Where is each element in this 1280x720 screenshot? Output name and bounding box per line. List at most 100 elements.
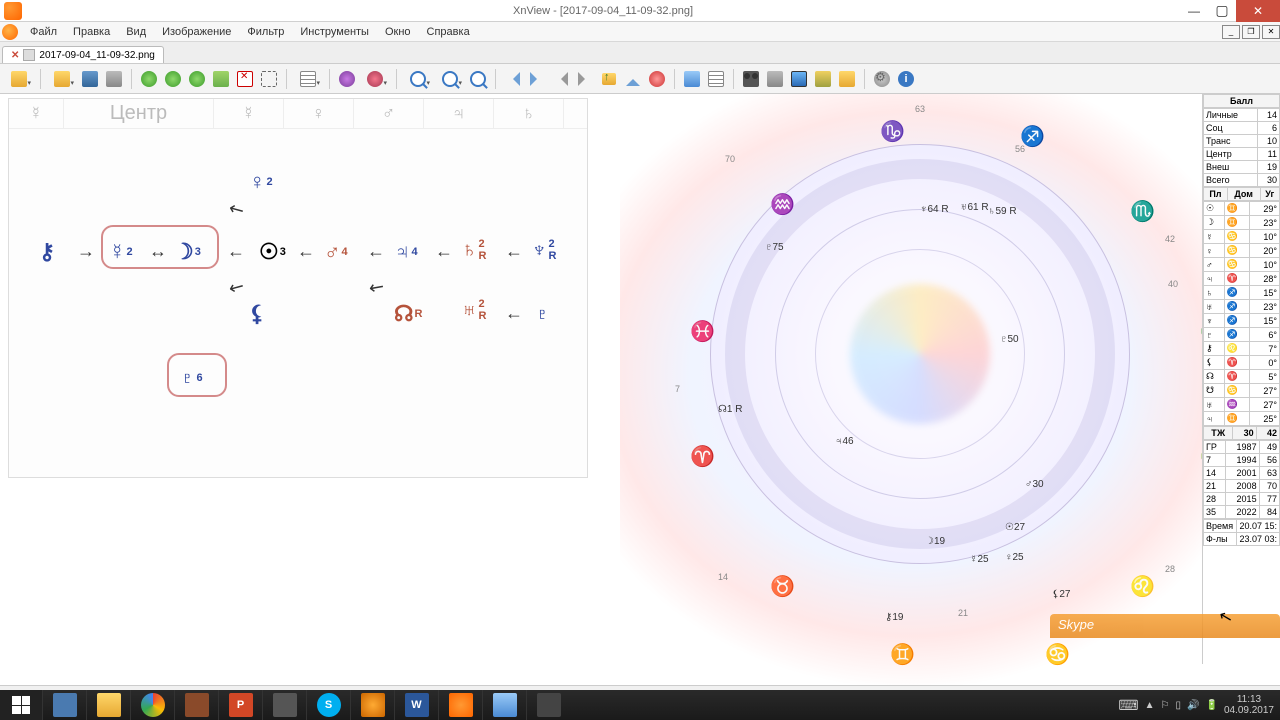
taskbar-word[interactable]: W [394,690,438,720]
taskbar-skype[interactable]: S [306,690,350,720]
last-button[interactable] [574,68,596,90]
system-tray: ⌨ ▲ ⚐ ▯ 🔊 🔋 11:13 04.09.2017 [1118,694,1280,716]
col-jupiter: ♃ [424,99,494,128]
zoom-in-button[interactable] [403,68,433,90]
taskbar-app2[interactable] [262,690,306,720]
close-button[interactable]: ✕ [1236,0,1280,22]
taskbar-xnview[interactable] [438,690,482,720]
select-button[interactable] [258,68,280,90]
years-table: ТЖ3042 [1203,426,1280,440]
menu-filter[interactable]: Фильтр [239,24,292,40]
new-button[interactable] [4,68,34,90]
tray-flag-icon[interactable]: ⚐ [1161,700,1170,711]
arrow-left-icon: ← [227,241,245,262]
node-saturn: ♄2R [461,237,486,263]
taskbar-app4[interactable] [482,690,526,720]
info-panel: Балл Личные14Соц6Транс10Центр11Внеш19Все… [1202,94,1280,664]
window-title: XnView - [2017-09-04_11-09-32.png] [26,5,1180,17]
planet-mark: ⚸27 [1052,589,1070,600]
planet-mark: ♇50 [1000,334,1019,345]
taskbar-app3[interactable] [350,690,394,720]
undo-button[interactable] [138,68,160,90]
print-button[interactable] [103,68,125,90]
skype-notification[interactable]: Skype [1050,614,1280,638]
arrow-left-icon: ← [505,241,523,262]
titlebar: XnView - [2017-09-04_11-09-32.png] — ▢ ✕ [0,0,1280,22]
node-uranus: ♅2R [461,297,486,323]
taskbar-app5[interactable] [526,690,570,720]
minimize-button[interactable]: — [1180,0,1208,22]
fullscreen-button[interactable] [705,68,727,90]
planet-mark: ♇75 [765,242,784,253]
mdi-controls: _ ❐ ✕ [1220,25,1280,39]
zoom-fit-button[interactable] [435,68,465,90]
tray-keyboard-icon[interactable]: ⌨ [1118,697,1138,714]
menu-tools[interactable]: Инструменты [292,24,377,40]
effects-menu[interactable] [360,68,390,90]
arrow-diag-icon: ↖ [364,275,390,299]
print2-button[interactable] [764,68,786,90]
menu-edit[interactable]: Правка [65,24,118,40]
taskbar: P S W ⌨ ▲ ⚐ ▯ 🔊 🔋 11:13 04.09.2017 [0,690,1280,720]
batch-button[interactable] [836,68,858,90]
image-button[interactable] [812,68,834,90]
taskbar-snip[interactable] [42,690,86,720]
next-button[interactable] [526,68,548,90]
arrow-right-icon: → [77,241,95,262]
col-venus: ♀ [284,99,354,128]
zoom-out-button[interactable] [467,68,489,90]
menu-window[interactable]: Окно [377,24,419,40]
natal-chart-wheel: 63 ♑ ♐ ♒ ♏ ♓ ♎ ♈ ♍ ♉ ♌ ♊ ♋ 70 56 42 40 2… [670,104,1170,604]
tray-volume-icon[interactable]: 🔊 [1187,700,1199,711]
menu-view[interactable]: Вид [118,24,154,40]
planet-mark: ☉27 [1005,522,1025,533]
clock[interactable]: 11:13 04.09.2017 [1224,694,1274,716]
tab-file-icon [23,49,35,61]
node-lilith: ⚸ [249,301,265,327]
arrow-both-icon: ↔ [149,241,167,262]
monitor-button[interactable] [788,68,810,90]
tab-active[interactable]: ✕ 2017-09-04_11-09-32.png [2,46,164,63]
menu-image[interactable]: Изображение [154,24,239,40]
tray-battery-icon[interactable]: 🔋 [1205,700,1217,711]
maximize-button[interactable]: ▢ [1208,0,1236,22]
prev-button[interactable] [502,68,524,90]
tray-network-icon[interactable]: ▯ [1176,700,1182,711]
taskbar-powerpoint[interactable]: P [218,690,262,720]
refresh-button[interactable] [186,68,208,90]
taskbar-chrome[interactable] [130,690,174,720]
taskbar-app1[interactable] [174,690,218,720]
planet-mark: ☿25 [970,554,989,565]
planet-mark: ♄59 R [988,206,1017,217]
start-button[interactable] [0,690,42,720]
menu-file[interactable]: Файл [22,24,65,40]
arrow-left-icon: ← [505,303,523,324]
stop-button[interactable] [646,68,668,90]
leaf-button[interactable] [210,68,232,90]
save-button[interactable] [79,68,101,90]
delete-button[interactable] [234,68,256,90]
mdi-close[interactable]: ✕ [1262,25,1280,39]
settings-button[interactable] [871,68,893,90]
find-button[interactable] [740,68,762,90]
grid-button[interactable] [293,68,323,90]
open-button[interactable] [47,68,77,90]
up-button[interactable] [598,68,620,90]
up2-button[interactable] [622,68,644,90]
info-button[interactable]: i [895,68,917,90]
node-jupiter: ♃4 [394,239,418,265]
toolbar: i [0,64,1280,94]
tab-close-icon[interactable]: ✕ [11,50,19,61]
redo-button[interactable] [162,68,184,90]
mdi-restore[interactable]: ❐ [1242,25,1260,39]
taskbar-explorer[interactable] [86,690,130,720]
first-button[interactable] [550,68,572,90]
slideshow-button[interactable] [681,68,703,90]
tray-up-icon[interactable]: ▲ [1145,700,1155,711]
node-node: ☊R [394,301,423,327]
menu-help[interactable]: Справка [419,24,478,40]
planet-mark: ♆64 R [920,204,949,215]
col-mercury: ☿ [9,99,64,128]
effects-button[interactable] [336,68,358,90]
mdi-minimize[interactable]: _ [1222,25,1240,39]
